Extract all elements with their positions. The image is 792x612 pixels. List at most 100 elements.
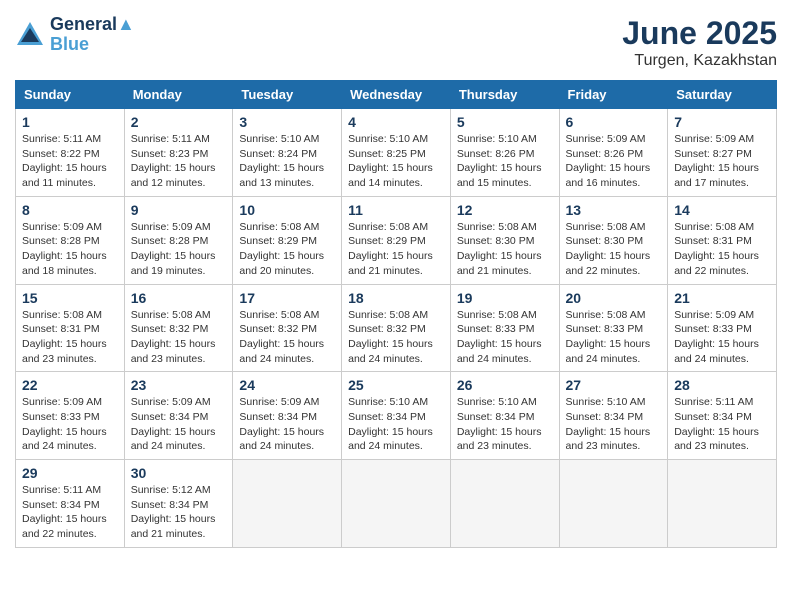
day-number: 29 bbox=[22, 465, 118, 481]
calendar: SundayMondayTuesdayWednesdayThursdayFrid… bbox=[15, 80, 777, 548]
day-number: 12 bbox=[457, 202, 553, 218]
day-info: Sunrise: 5:10 AMSunset: 8:34 PMDaylight:… bbox=[566, 395, 662, 454]
calendar-cell bbox=[668, 460, 777, 548]
day-number: 28 bbox=[674, 377, 770, 393]
calendar-cell: 23 Sunrise: 5:09 AMSunset: 8:34 PMDayligh… bbox=[124, 372, 233, 460]
calendar-cell: 8 Sunrise: 5:09 AMSunset: 8:28 PMDaylight… bbox=[16, 196, 125, 284]
day-number: 13 bbox=[566, 202, 662, 218]
day-info: Sunrise: 5:08 AMSunset: 8:30 PMDaylight:… bbox=[457, 220, 553, 279]
day-info: Sunrise: 5:08 AMSunset: 8:33 PMDaylight:… bbox=[457, 308, 553, 367]
day-number: 6 bbox=[566, 114, 662, 130]
day-number: 23 bbox=[131, 377, 227, 393]
calendar-cell: 19 Sunrise: 5:08 AMSunset: 8:33 PMDayligh… bbox=[450, 284, 559, 372]
day-info: Sunrise: 5:08 AMSunset: 8:32 PMDaylight:… bbox=[131, 308, 227, 367]
day-number: 10 bbox=[239, 202, 335, 218]
calendar-body: 1Sunrise: 5:11 AMSunset: 8:22 PMDaylight… bbox=[16, 109, 777, 548]
calendar-cell: 13 Sunrise: 5:08 AMSunset: 8:30 PMDayligh… bbox=[559, 196, 668, 284]
day-number: 17 bbox=[239, 290, 335, 306]
day-info: Sunrise: 5:10 AMSunset: 8:25 PMDaylight:… bbox=[348, 132, 444, 191]
day-info: Sunrise: 5:08 AMSunset: 8:31 PMDaylight:… bbox=[22, 308, 118, 367]
day-info: Sunrise: 5:09 AMSunset: 8:26 PMDaylight:… bbox=[566, 132, 662, 191]
calendar-cell: 22 Sunrise: 5:09 AMSunset: 8:33 PMDayligh… bbox=[16, 372, 125, 460]
calendar-cell: 12 Sunrise: 5:08 AMSunset: 8:30 PMDayligh… bbox=[450, 196, 559, 284]
day-info: Sunrise: 5:08 AMSunset: 8:31 PMDaylight:… bbox=[674, 220, 770, 279]
page-header: General▲ Blue June 2025 Turgen, Kazakhst… bbox=[15, 15, 777, 70]
day-info: Sunrise: 5:09 AMSunset: 8:28 PMDaylight:… bbox=[22, 220, 118, 279]
calendar-cell: 21 Sunrise: 5:09 AMSunset: 8:33 PMDayligh… bbox=[668, 284, 777, 372]
day-info: Sunrise: 5:08 AMSunset: 8:30 PMDaylight:… bbox=[566, 220, 662, 279]
weekday-header-saturday: Saturday bbox=[668, 81, 777, 109]
calendar-cell: 10 Sunrise: 5:08 AMSunset: 8:29 PMDayligh… bbox=[233, 196, 342, 284]
day-info: Sunrise: 5:09 AMSunset: 8:33 PMDaylight:… bbox=[674, 308, 770, 367]
logo: General▲ Blue bbox=[15, 15, 135, 55]
calendar-cell: 30Sunrise: 5:12 AMSunset: 8:34 PMDayligh… bbox=[124, 460, 233, 548]
day-info: Sunrise: 5:08 AMSunset: 8:32 PMDaylight:… bbox=[348, 308, 444, 367]
calendar-cell: 4Sunrise: 5:10 AMSunset: 8:25 PMDaylight… bbox=[342, 109, 451, 197]
day-number: 16 bbox=[131, 290, 227, 306]
calendar-cell: 9 Sunrise: 5:09 AMSunset: 8:28 PMDaylight… bbox=[124, 196, 233, 284]
weekday-header-sunday: Sunday bbox=[16, 81, 125, 109]
weekday-header-wednesday: Wednesday bbox=[342, 81, 451, 109]
calendar-week-4: 22 Sunrise: 5:09 AMSunset: 8:33 PMDayligh… bbox=[16, 372, 777, 460]
calendar-cell: 25 Sunrise: 5:10 AMSunset: 8:34 PMDayligh… bbox=[342, 372, 451, 460]
calendar-cell: 20 Sunrise: 5:08 AMSunset: 8:33 PMDayligh… bbox=[559, 284, 668, 372]
calendar-week-3: 15 Sunrise: 5:08 AMSunset: 8:31 PMDayligh… bbox=[16, 284, 777, 372]
day-number: 26 bbox=[457, 377, 553, 393]
calendar-cell: 2Sunrise: 5:11 AMSunset: 8:23 PMDaylight… bbox=[124, 109, 233, 197]
calendar-cell: 1Sunrise: 5:11 AMSunset: 8:22 PMDaylight… bbox=[16, 109, 125, 197]
calendar-cell: 18 Sunrise: 5:08 AMSunset: 8:32 PMDayligh… bbox=[342, 284, 451, 372]
calendar-cell: 3 Sunrise: 5:10 AMSunset: 8:24 PMDaylight… bbox=[233, 109, 342, 197]
day-number: 30 bbox=[131, 465, 227, 481]
day-info: Sunrise: 5:08 AMSunset: 8:33 PMDaylight:… bbox=[566, 308, 662, 367]
day-info: Sunrise: 5:09 AMSunset: 8:33 PMDaylight:… bbox=[22, 395, 118, 454]
day-info: Sunrise: 5:10 AMSunset: 8:34 PMDaylight:… bbox=[348, 395, 444, 454]
day-info: Sunrise: 5:08 AMSunset: 8:32 PMDaylight:… bbox=[239, 308, 335, 367]
day-number: 25 bbox=[348, 377, 444, 393]
calendar-week-1: 1Sunrise: 5:11 AMSunset: 8:22 PMDaylight… bbox=[16, 109, 777, 197]
day-number: 21 bbox=[674, 290, 770, 306]
day-info: Sunrise: 5:08 AMSunset: 8:29 PMDaylight:… bbox=[239, 220, 335, 279]
location-title: Turgen, Kazakhstan bbox=[622, 52, 777, 70]
day-number: 1 bbox=[22, 114, 118, 130]
calendar-cell: 29 Sunrise: 5:11 AMSunset: 8:34 PMDayligh… bbox=[16, 460, 125, 548]
calendar-week-2: 8 Sunrise: 5:09 AMSunset: 8:28 PMDaylight… bbox=[16, 196, 777, 284]
day-number: 9 bbox=[131, 202, 227, 218]
weekday-header-tuesday: Tuesday bbox=[233, 81, 342, 109]
day-number: 20 bbox=[566, 290, 662, 306]
day-info: Sunrise: 5:09 AMSunset: 8:27 PMDaylight:… bbox=[674, 132, 770, 191]
day-number: 19 bbox=[457, 290, 553, 306]
day-number: 15 bbox=[22, 290, 118, 306]
day-number: 24 bbox=[239, 377, 335, 393]
day-info: Sunrise: 5:09 AMSunset: 8:34 PMDaylight:… bbox=[239, 395, 335, 454]
calendar-cell: 27Sunrise: 5:10 AMSunset: 8:34 PMDayligh… bbox=[559, 372, 668, 460]
day-info: Sunrise: 5:10 AMSunset: 8:24 PMDaylight:… bbox=[239, 132, 335, 191]
calendar-cell: 7 Sunrise: 5:09 AMSunset: 8:27 PMDaylight… bbox=[668, 109, 777, 197]
day-number: 8 bbox=[22, 202, 118, 218]
weekday-header-friday: Friday bbox=[559, 81, 668, 109]
calendar-header-row: SundayMondayTuesdayWednesdayThursdayFrid… bbox=[16, 81, 777, 109]
calendar-week-5: 29 Sunrise: 5:11 AMSunset: 8:34 PMDayligh… bbox=[16, 460, 777, 548]
day-number: 18 bbox=[348, 290, 444, 306]
day-number: 3 bbox=[239, 114, 335, 130]
calendar-cell: 16 Sunrise: 5:08 AMSunset: 8:32 PMDayligh… bbox=[124, 284, 233, 372]
day-number: 11 bbox=[348, 202, 444, 218]
day-info: Sunrise: 5:11 AMSunset: 8:34 PMDaylight:… bbox=[22, 483, 118, 542]
day-info: Sunrise: 5:10 AMSunset: 8:34 PMDaylight:… bbox=[457, 395, 553, 454]
day-number: 7 bbox=[674, 114, 770, 130]
calendar-cell: 14 Sunrise: 5:08 AMSunset: 8:31 PMDayligh… bbox=[668, 196, 777, 284]
calendar-cell: 28Sunrise: 5:11 AMSunset: 8:34 PMDayligh… bbox=[668, 372, 777, 460]
day-info: Sunrise: 5:10 AMSunset: 8:26 PMDaylight:… bbox=[457, 132, 553, 191]
calendar-cell: 5Sunrise: 5:10 AMSunset: 8:26 PMDaylight… bbox=[450, 109, 559, 197]
day-info: Sunrise: 5:09 AMSunset: 8:34 PMDaylight:… bbox=[131, 395, 227, 454]
calendar-cell bbox=[559, 460, 668, 548]
weekday-header-monday: Monday bbox=[124, 81, 233, 109]
day-number: 14 bbox=[674, 202, 770, 218]
day-number: 22 bbox=[22, 377, 118, 393]
calendar-cell: 11Sunrise: 5:08 AMSunset: 8:29 PMDayligh… bbox=[342, 196, 451, 284]
month-title: June 2025 bbox=[622, 15, 777, 52]
title-area: June 2025 Turgen, Kazakhstan bbox=[622, 15, 777, 70]
day-info: Sunrise: 5:09 AMSunset: 8:28 PMDaylight:… bbox=[131, 220, 227, 279]
calendar-cell bbox=[450, 460, 559, 548]
calendar-cell: 15 Sunrise: 5:08 AMSunset: 8:31 PMDayligh… bbox=[16, 284, 125, 372]
calendar-cell bbox=[233, 460, 342, 548]
